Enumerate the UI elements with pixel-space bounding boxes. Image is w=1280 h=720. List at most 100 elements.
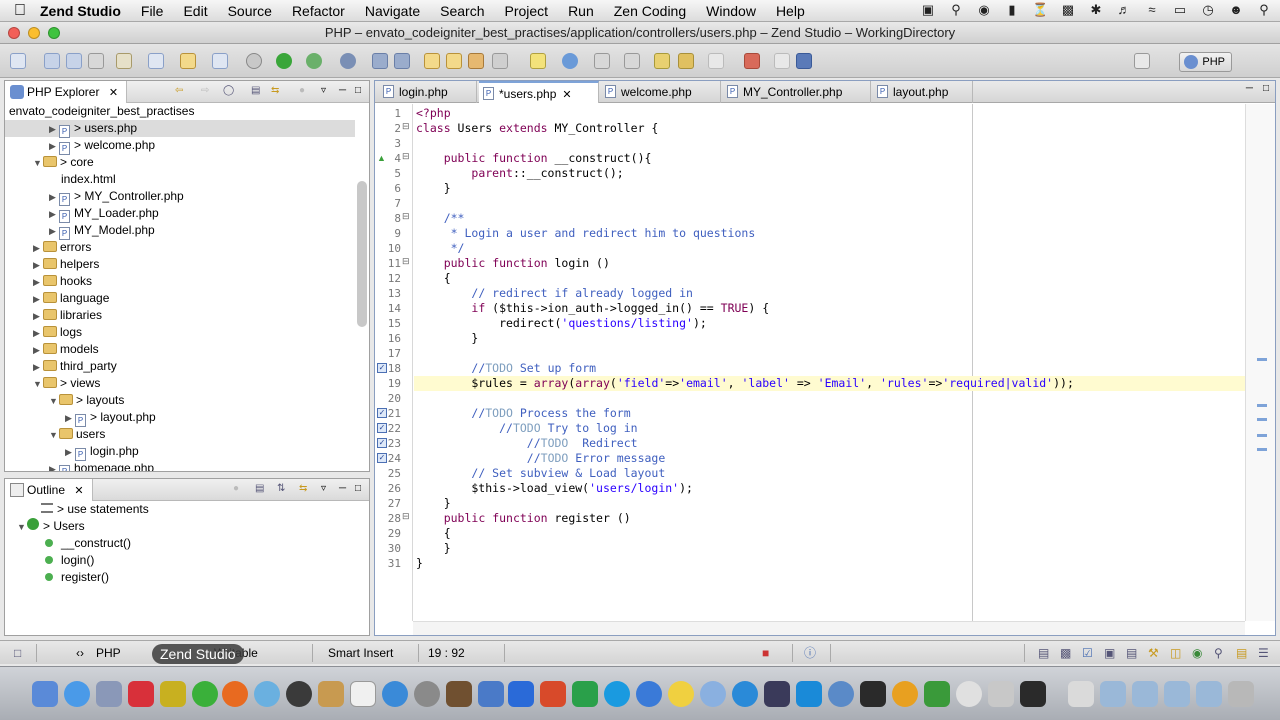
save-icon[interactable] xyxy=(44,53,60,69)
code-line[interactable]: public function __construct(){ xyxy=(414,151,1245,166)
teamviewer-icon[interactable] xyxy=(796,681,822,707)
new-icon[interactable] xyxy=(10,53,26,69)
ruler-marker[interactable] xyxy=(1257,448,1267,451)
downloads-stack-icon[interactable] xyxy=(1132,681,1158,707)
powerpoint-icon[interactable] xyxy=(540,681,566,707)
fold-icon[interactable]: ⊟ xyxy=(402,211,410,222)
cyberduck-icon[interactable] xyxy=(668,681,694,707)
collapsed-arrow-icon[interactable]: ▶ xyxy=(33,240,43,257)
itunes-icon[interactable] xyxy=(382,681,408,707)
save-all-icon[interactable] xyxy=(66,53,82,69)
explorer-row[interactable]: ▶ errors xyxy=(5,239,355,256)
collapsed-arrow-icon[interactable]: ▶ xyxy=(33,257,43,274)
close-tab-icon[interactable]: ✕ xyxy=(562,84,571,106)
console-icon[interactable]: ▩ xyxy=(1060,645,1071,661)
expanded-arrow-icon[interactable]: ▼ xyxy=(33,376,43,393)
search-view-icon[interactable]: ⚲ xyxy=(1214,645,1223,661)
forward-nav-icon[interactable]: ⇨ xyxy=(201,85,209,96)
wifi-icon[interactable]: ≈ xyxy=(1144,2,1160,18)
view-menu-icon[interactable]: ▿ xyxy=(321,85,326,96)
activity-monitor-icon[interactable] xyxy=(860,681,886,707)
back-nav-icon[interactable]: ⇦ xyxy=(175,85,183,96)
link-editor-icon[interactable]: ⇆ xyxy=(271,85,279,96)
collapse-outline-icon[interactable]: ▤ xyxy=(255,483,264,494)
documents-stack-icon[interactable] xyxy=(1068,681,1094,707)
code-line[interactable]: //TODO Redirect xyxy=(414,436,1245,451)
fold-icon[interactable]: ⊟ xyxy=(402,256,410,267)
preview-icon[interactable] xyxy=(96,681,122,707)
explorer-row[interactable]: ▼ > views xyxy=(5,375,355,392)
new-project-icon[interactable] xyxy=(116,53,132,69)
fast-view-icon[interactable]: □ xyxy=(14,645,21,661)
code-line[interactable]: //TODO Set up form xyxy=(414,361,1245,376)
debug-gear-icon[interactable] xyxy=(246,53,262,69)
horizontal-scrollbar[interactable] xyxy=(413,621,1245,635)
code-line[interactable]: //TODO Error message xyxy=(414,451,1245,466)
debug-view-icon[interactable]: ◉ xyxy=(1192,645,1202,661)
highlight-icon[interactable] xyxy=(530,53,546,69)
package-icon[interactable] xyxy=(468,53,484,69)
user-icon[interactable]: ☻ xyxy=(1228,2,1244,18)
fold-icon[interactable]: ⊟ xyxy=(402,121,410,132)
explorer-row[interactable]: ▶ Plogin.php xyxy=(5,443,355,461)
menu-source[interactable]: Source xyxy=(228,3,272,19)
volume-icon[interactable]: ♬ xyxy=(1116,2,1132,18)
print-icon[interactable] xyxy=(88,53,104,69)
sort-icon[interactable]: ⇅ xyxy=(277,483,285,494)
bluetooth-icon[interactable]: ✱ xyxy=(1088,2,1104,18)
task-marker-icon[interactable]: ✓ xyxy=(377,363,387,373)
code-line[interactable]: public function register () xyxy=(414,511,1245,526)
explorer-row[interactable]: ▼ > layouts xyxy=(5,392,355,409)
code-line[interactable]: } xyxy=(414,181,1245,196)
outline-row[interactable]: > use statements xyxy=(5,501,149,518)
image-app-icon[interactable] xyxy=(446,681,472,707)
code-line[interactable] xyxy=(414,391,1245,406)
problems-icon[interactable]: ■ xyxy=(762,645,769,661)
pin-icon[interactable] xyxy=(774,53,790,69)
code-line[interactable]: // redirect if already logged in xyxy=(414,286,1245,301)
chrome-icon[interactable] xyxy=(956,681,982,707)
collapse-all-icon[interactable]: ▤ xyxy=(251,85,260,96)
spotlight-icon[interactable]: ⚲ xyxy=(1256,2,1272,18)
pdf-icon[interactable] xyxy=(128,681,154,707)
fold-icon[interactable]: ⊟ xyxy=(402,511,410,522)
calendar-icon[interactable] xyxy=(350,681,376,707)
code-area[interactable]: <?php class Users extends MY_Controller {… xyxy=(414,104,1245,621)
code-line[interactable] xyxy=(414,346,1245,361)
colorsync-icon[interactable] xyxy=(892,681,918,707)
android-icon[interactable]: ◉ xyxy=(976,2,992,18)
servers-icon[interactable]: ◫ xyxy=(1170,645,1181,661)
zoom-icon[interactable]: ⚲ xyxy=(948,2,964,18)
explorer-row[interactable]: ▼ users xyxy=(5,426,355,443)
code-line[interactable]: } xyxy=(414,496,1245,511)
outline-row[interactable]: register() xyxy=(5,569,109,586)
outline-row[interactable]: ▼ > Users xyxy=(5,518,85,535)
task-marker-icon[interactable]: ✓ xyxy=(377,438,387,448)
bookmarks-icon[interactable]: ▣ xyxy=(1104,645,1115,661)
app-menu[interactable]: Zend Studio xyxy=(40,3,121,19)
run-external-icon[interactable] xyxy=(306,53,322,69)
expanded-arrow-icon[interactable]: ▼ xyxy=(33,155,43,172)
tab-outline[interactable]: Outline ✕ xyxy=(5,479,93,501)
editor-tab[interactable]: Pwelcome.php xyxy=(601,81,721,103)
explorer-scrollbar[interactable] xyxy=(357,181,367,327)
menu-zen-coding[interactable]: Zen Coding xyxy=(614,3,686,19)
minimize-view-icon[interactable]: ─ xyxy=(339,85,346,96)
forward-icon[interactable] xyxy=(708,53,724,69)
ie-icon[interactable] xyxy=(732,681,758,707)
collapsed-arrow-icon[interactable]: ▶ xyxy=(49,461,59,471)
menu-file[interactable]: File xyxy=(141,3,164,19)
wand-icon[interactable] xyxy=(492,53,508,69)
code-line[interactable]: } xyxy=(414,331,1245,346)
ruler-marker[interactable] xyxy=(1257,418,1267,421)
collapsed-arrow-icon[interactable]: ▶ xyxy=(49,223,59,240)
usb-icon[interactable]: ▮ xyxy=(1004,2,1020,18)
collapsed-arrow-icon[interactable]: ▶ xyxy=(65,410,75,427)
filter-icon[interactable]: ● xyxy=(299,85,305,96)
screen-record-icon[interactable]: ▣ xyxy=(920,2,936,18)
fireworks-icon[interactable] xyxy=(160,681,186,707)
editor-tab[interactable]: Plogin.php xyxy=(379,81,477,103)
code-line[interactable]: // Set subview & Load layout xyxy=(414,466,1245,481)
code-line[interactable]: { xyxy=(414,271,1245,286)
code-line[interactable]: <?php xyxy=(414,106,1245,121)
